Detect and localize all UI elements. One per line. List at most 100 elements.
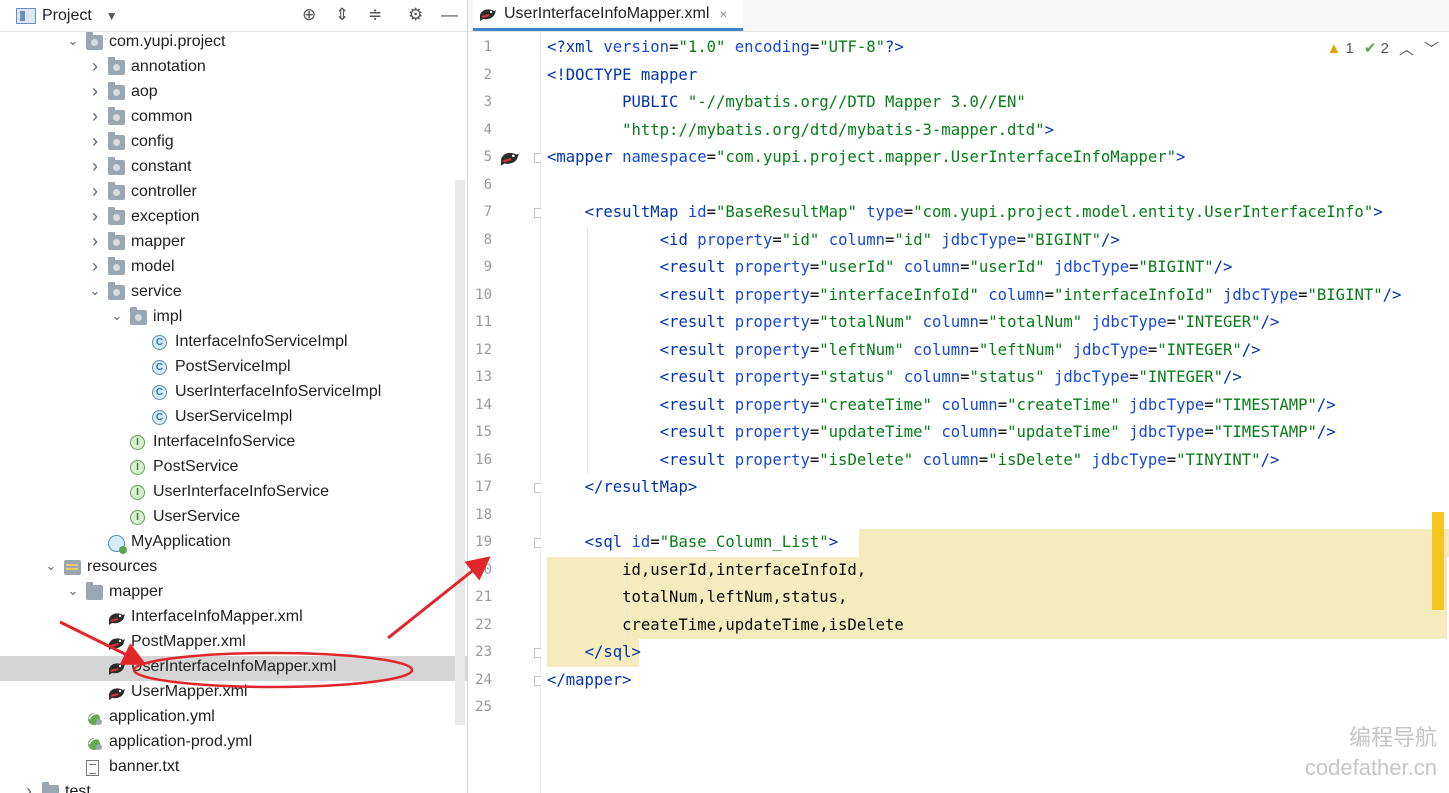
code-line: <result property="totalNum" column="tota… <box>547 309 1280 336</box>
hide-panel-icon[interactable]: — <box>441 5 458 25</box>
code-token: = <box>706 203 717 221</box>
scrollbar-highlight-marker[interactable] <box>1432 512 1444 610</box>
tree-item[interactable]: application.yml <box>0 706 467 731</box>
close-icon[interactable]: × <box>719 6 727 22</box>
tree-item[interactable]: › aop <box>0 81 467 106</box>
chevron-right-icon[interactable]: › <box>88 181 102 202</box>
tree-item[interactable]: InterfaceInfoMapper.xml <box>0 606 467 631</box>
code-token: = <box>809 285 820 304</box>
tree-item-label: mapper <box>109 583 164 600</box>
tree-item[interactable]: › config <box>0 131 467 156</box>
tree-item[interactable]: › test <box>0 781 467 793</box>
mybatis-navigate-icon[interactable] <box>500 149 520 167</box>
code-token: jdbcType <box>1129 423 1205 441</box>
tree-item[interactable]: C InterfaceInfoServiceImpl <box>0 331 467 356</box>
next-highlight-icon[interactable]: ﹀ <box>1424 38 1439 59</box>
chevron-right-icon[interactable]: › <box>88 156 102 177</box>
tree-item[interactable]: › constant <box>0 156 467 181</box>
typo-count[interactable]: ✔ 2 <box>1364 39 1389 57</box>
code-token: "TIMESTAMP" <box>1213 423 1317 441</box>
chevron-down-icon[interactable]: ⌄ <box>88 283 102 299</box>
code-line: <result property="updateTime" column="up… <box>547 419 1336 446</box>
chevron-down-icon[interactable]: ▼ <box>106 9 118 23</box>
code-line: createTime,updateTime,isDelete <box>547 612 904 639</box>
class-icon: C <box>152 360 167 375</box>
chevron-right-icon[interactable]: › <box>88 131 102 152</box>
tree-item[interactable]: MyApplication <box>0 531 467 556</box>
line-number: 15 <box>475 424 492 440</box>
chevron-right-icon[interactable]: › <box>88 256 102 277</box>
code-token: "totalNum" <box>819 313 914 331</box>
tree-item[interactable]: C PostServiceImpl <box>0 356 467 381</box>
tree-item[interactable]: I UserService <box>0 506 467 531</box>
tree-item-label: service <box>131 283 182 300</box>
code-token: <result <box>659 368 735 386</box>
tree-item-label: application.yml <box>109 708 215 725</box>
chevron-down-icon[interactable]: ⌄ <box>66 583 80 599</box>
chevron-right-icon[interactable]: › <box>88 81 102 102</box>
line-number: 12 <box>475 341 492 358</box>
tree-item[interactable]: I InterfaceInfoService <box>0 431 467 456</box>
warning-count[interactable]: ▲ 1 <box>1327 40 1354 57</box>
chevron-right-icon[interactable]: › <box>88 56 102 77</box>
tree-item[interactable]: ⌄ mapper <box>0 581 467 606</box>
chevron-right-icon[interactable]: › <box>88 106 102 127</box>
code-token: "createTime" <box>819 395 932 414</box>
expand-all-icon[interactable]: ⇕ <box>335 5 349 25</box>
code-token: /> <box>1223 368 1242 386</box>
code-token: "INTEGER" <box>1176 313 1261 331</box>
tree-item[interactable]: › exception <box>0 206 467 231</box>
previous-highlight-icon[interactable]: ︿ <box>1399 38 1414 59</box>
tree-item[interactable]: application-prod.yml <box>0 731 467 756</box>
tree-item[interactable]: C UserInterfaceInfoServiceImpl <box>0 381 467 406</box>
collapse-all-icon[interactable]: ≑ <box>368 5 382 25</box>
tree-item[interactable]: ⌄ com.yupi.project <box>0 31 467 56</box>
tab-userinterfaceinfomapper-xml[interactable]: UserInterfaceInfoMapper.xml × <box>473 0 743 31</box>
mybatis-xml-icon <box>109 613 125 625</box>
code-token: <sql <box>584 533 632 551</box>
tree-item[interactable]: ⌄ impl <box>0 306 467 331</box>
tree-item[interactable]: ⌄ service <box>0 281 467 306</box>
project-view-selector[interactable]: Project <box>42 7 92 25</box>
gear-icon[interactable]: ⚙ <box>408 5 423 25</box>
tree-item[interactable]: PostMapper.xml <box>0 631 467 656</box>
tree-item[interactable]: I UserInterfaceInfoService <box>0 481 467 506</box>
code-token: /> <box>1100 230 1120 249</box>
tree-item[interactable]: › common <box>0 106 467 131</box>
locate-file-icon[interactable]: ⊕ <box>302 5 316 25</box>
chevron-right-icon[interactable]: › <box>88 206 102 227</box>
inspection-widget[interactable]: ▲ 1 ✔ 2 ︿ ﹀ <box>1326 36 1439 60</box>
code-token: jdbcType <box>1129 395 1205 414</box>
code-token: encoding <box>734 38 810 56</box>
tree-item[interactable]: UserMapper.xml <box>0 681 467 706</box>
tree-item[interactable]: banner.txt <box>0 756 467 781</box>
chevron-right-icon[interactable]: › <box>22 781 36 793</box>
chevron-down-icon[interactable]: ⌄ <box>44 558 58 574</box>
tree-item[interactable]: › controller <box>0 181 467 206</box>
chevron-right-icon[interactable]: › <box>88 231 102 252</box>
code-token: /> <box>1316 395 1336 414</box>
code-token: </resultMap> <box>584 478 698 496</box>
project-tool-window: Project ▼ ⊕ ⇕ ≑ ⚙ — ⌄ com.yupi.project › an… <box>0 0 468 793</box>
code-token: column <box>988 285 1045 304</box>
code-editor[interactable]: <?xml version="1.0" encoding="UTF-8"?> <!… <box>541 32 1449 793</box>
tree-item[interactable]: ⌄ resources <box>0 556 467 581</box>
tree-item[interactable]: › mapper <box>0 231 467 256</box>
code-token: = <box>903 203 914 221</box>
tree-item-label: config <box>131 133 174 150</box>
tree-item[interactable]: UserInterfaceInfoMapper.xml <box>0 656 467 681</box>
tree-item[interactable]: I PostService <box>0 456 467 481</box>
tree-item[interactable]: › annotation <box>0 56 467 81</box>
code-token: "INTEGER" <box>1157 340 1242 359</box>
sql-highlight <box>859 529 1449 557</box>
project-tree-scrollbar[interactable] <box>455 180 465 725</box>
code-token: /> <box>1260 450 1280 469</box>
tree-item[interactable]: › model <box>0 256 467 281</box>
chevron-down-icon[interactable]: ⌄ <box>66 33 80 49</box>
tree-item[interactable]: C UserServiceImpl <box>0 406 467 431</box>
chevron-down-icon[interactable]: ⌄ <box>110 308 124 324</box>
